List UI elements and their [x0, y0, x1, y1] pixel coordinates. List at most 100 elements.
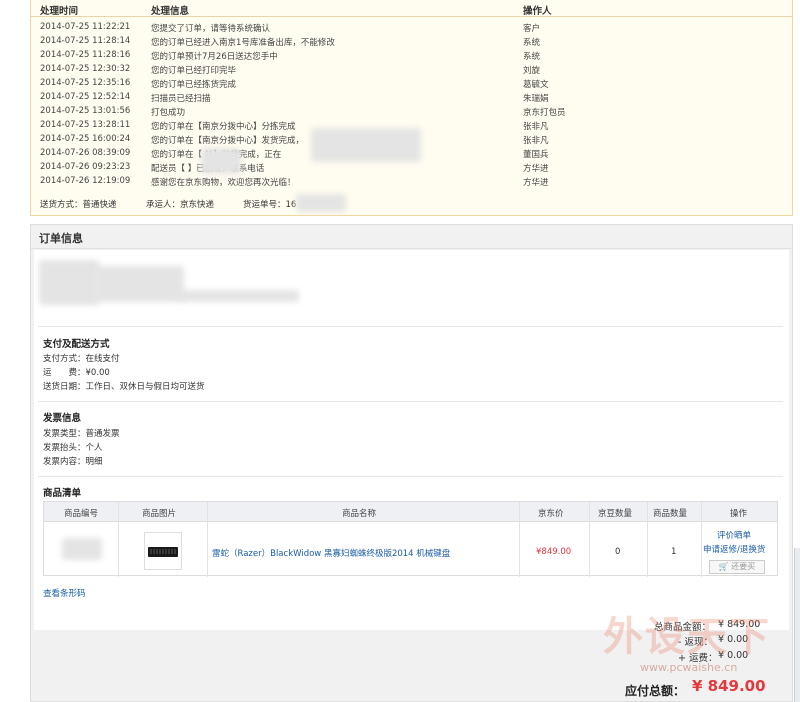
- tracking-time: 2014-07-25 12:30:32: [40, 64, 131, 74]
- divider: [38, 326, 783, 327]
- col-product-image: 商品图片: [142, 509, 177, 519]
- rebuy-label: 还要买: [731, 562, 756, 571]
- tracking-row: 2014-07-25 11:28:14 您的订单已经进入南京1号库准备出库，不能…: [31, 35, 792, 49]
- tracking-footer: 送货方式：普通快递 承运人：京东快递 货运单号：16: [31, 196, 792, 212]
- product-beans: 0: [615, 547, 621, 557]
- column-divider: [701, 502, 702, 577]
- column-divider: [118, 502, 119, 577]
- header-time: 处理时间: [40, 6, 79, 17]
- return-exchange-link[interactable]: 申请返修/退换货: [703, 543, 765, 555]
- tracking-operator: 京东打包员: [523, 108, 566, 118]
- order-info-title: 订单信息: [39, 232, 83, 245]
- col-price: 京东价: [538, 509, 564, 519]
- column-divider: [647, 502, 648, 577]
- tracking-info: 您的订单已经打印完毕: [151, 66, 237, 76]
- tracking-operator: 系统: [523, 38, 541, 48]
- privacy-blur: [201, 148, 241, 174]
- product-image[interactable]: [144, 532, 182, 570]
- tracking-operator: 系统: [523, 52, 541, 62]
- tracking-time: 2014-07-26 08:39:09: [40, 148, 131, 158]
- tracking-operator: 方华进: [523, 164, 549, 174]
- invoice-section-title: 发票信息: [43, 413, 82, 424]
- tracking-info: 您提交了订单，请等待系统确认: [151, 24, 271, 34]
- tracking-info: 您的订单在【南京分拨中心】发货完成，: [151, 136, 305, 146]
- tracking-info: 您的订单预计7月26日送达您手中: [151, 52, 278, 62]
- product-price: ¥849.00: [536, 547, 572, 557]
- scrollbar-strip[interactable]: [794, 548, 800, 702]
- tracking-operator: 刘旋: [523, 66, 541, 76]
- tracking-row: 2014-07-25 12:35:16 您的订单已经拣货完成 葛毓文: [31, 77, 792, 91]
- tracking-time: 2014-07-26 12:19:09: [40, 176, 131, 186]
- header-operator: 操作人: [523, 6, 552, 17]
- header-info: 处理信息: [151, 6, 190, 17]
- tracking-operator: 方华进: [523, 178, 549, 188]
- tracking-info: 感谢您在京东购物，欢迎您再次光临！: [151, 178, 296, 188]
- tracking-operator: 客户: [523, 24, 541, 34]
- product-name-link[interactable]: 雷蛇（Razer）BlackWidow 黑寡妇蜘蛛终极版2014 机械键盘: [212, 547, 450, 559]
- column-divider: [519, 502, 520, 577]
- review-link[interactable]: 评价晒单: [717, 529, 751, 541]
- tracking-row: 2014-07-25 11:22:21 您提交了订单，请等待系统确认 客户: [31, 21, 792, 35]
- grand-total-value: ¥ 849.00: [692, 677, 766, 695]
- watermark-url: www.pcwaishe.cn: [640, 661, 738, 674]
- tracking-time: 2014-07-25 12:52:14: [40, 92, 131, 102]
- tracking-info: 扫描员已经扫描: [151, 94, 211, 104]
- tracking-info: 打包成功: [151, 108, 186, 118]
- tracking-operator: 董国兵: [523, 150, 549, 160]
- tracking-time: 2014-07-25 12:35:16: [40, 78, 131, 88]
- product-table: 商品编号 商品图片 商品名称 京东价 京豆数量 商品数量 操作 雷蛇（Razer…: [43, 501, 778, 577]
- order-info-title-bar: 订单信息: [31, 225, 792, 249]
- col-product-id: 商品编号: [64, 509, 99, 519]
- payment-section-title: 支付及配送方式: [43, 339, 110, 350]
- invoice-content: 发票内容：明细: [43, 457, 103, 467]
- tracking-operator: 葛毓文: [523, 80, 549, 90]
- carrier: 承运人：京东快递: [146, 200, 215, 210]
- rebuy-button[interactable]: 🛒 还要买: [709, 560, 765, 574]
- tracking-time: 2014-07-26 09:23:23: [40, 162, 131, 172]
- tracking-operator: 张非凡: [523, 122, 549, 132]
- tracking-row: 2014-07-25 12:30:32 您的订单已经打印完毕 刘旋: [31, 63, 792, 77]
- product-qty: 1: [671, 547, 677, 557]
- keyboard-icon: [148, 547, 178, 557]
- tracking-info: 您的订单在【南京分拨中心】分拣完成: [151, 122, 296, 132]
- col-qty: 商品数量: [653, 509, 688, 519]
- invoice-header: 发票抬头：个人: [43, 443, 103, 453]
- tracking-row: 2014-07-25 12:52:14 扫描员已经扫描 朱瑞娟: [31, 91, 792, 105]
- tracking-info: 您的订单已经拣货完成: [151, 80, 237, 90]
- tracking-header: 处理时间 处理信息 操作人: [31, 0, 792, 17]
- tracking-time: 2014-07-25 13:28:11: [40, 120, 131, 130]
- tracking-time: 2014-07-25 11:22:21: [40, 22, 131, 32]
- tracking-operator: 张非凡: [523, 136, 549, 146]
- order-info-body: 支付及配送方式 支付方式：在线支付 运 费：¥0.00 送货日期：工作日、双休日…: [34, 250, 789, 630]
- divider: [38, 476, 783, 477]
- privacy-blur: [296, 194, 346, 212]
- tracking-info: 您的订单已经进入南京1号库准备出库，不能修改: [151, 38, 335, 48]
- order-tracking-panel: 处理时间 处理信息 操作人 2014-07-25 11:22:21 您提交了订单…: [30, 0, 793, 216]
- column-divider: [207, 502, 208, 577]
- tracking-row: 2014-07-25 13:01:56 打包成功 京东打包员: [31, 105, 792, 119]
- column-divider: [589, 502, 590, 577]
- tracking-row: 2014-07-26 09:23:23 配送员【 】已出发，联系电话 方华进: [31, 161, 792, 175]
- divider: [38, 401, 783, 402]
- view-barcode-link[interactable]: 查看条形码: [43, 587, 86, 599]
- cart-icon: 🛒: [718, 562, 732, 571]
- tracking-row: 2014-07-25 11:28:16 您的订单预计7月26日送达您手中 系统: [31, 49, 792, 63]
- privacy-blur: [62, 538, 102, 560]
- watermark-logo: 外设天下: [603, 614, 771, 660]
- privacy-blur: [311, 128, 421, 162]
- invoice-type: 发票类型：普通发票: [43, 429, 120, 439]
- col-actions: 操作: [730, 509, 748, 519]
- tracking-time: 2014-07-25 11:28:16: [40, 50, 131, 60]
- tracking-time: 2014-07-25 13:01:56: [40, 106, 131, 116]
- grand-total-label: 应付总额：: [625, 684, 686, 698]
- payment-method: 支付方式：在线支付: [43, 354, 120, 364]
- freight: 运 费：¥0.00: [43, 368, 110, 378]
- privacy-blur: [179, 290, 299, 302]
- shipping-method: 送货方式：普通快递: [40, 200, 117, 210]
- privacy-blur: [39, 260, 99, 305]
- tracking-time: 2014-07-25 11:28:14: [40, 36, 131, 46]
- col-product-name: 商品名称: [342, 509, 377, 519]
- product-table-header: 商品编号 商品图片 商品名称 京东价 京豆数量 商品数量 操作: [44, 502, 777, 522]
- delivery-date: 送货日期：工作日、双休日与假日均可送货: [43, 382, 205, 392]
- col-beans: 京豆数量: [598, 509, 633, 519]
